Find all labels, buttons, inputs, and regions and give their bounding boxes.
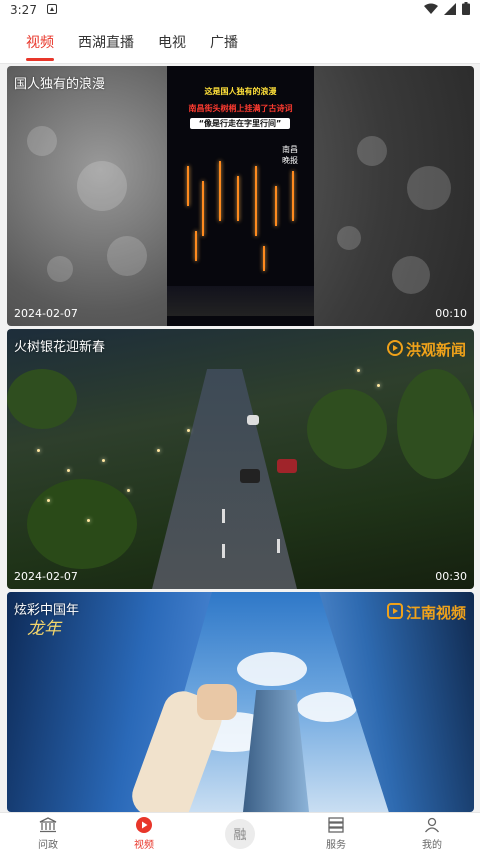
- tab-xihu-live[interactable]: 西湖直播: [66, 20, 146, 64]
- poster-headline: 这是国人独有的浪漫: [204, 87, 277, 96]
- user-icon: [423, 816, 441, 834]
- status-time: 3:27: [10, 3, 37, 17]
- tree-light: [87, 519, 90, 522]
- video-title: 国人独有的浪漫: [14, 77, 106, 92]
- nav-label: 我的: [422, 840, 442, 851]
- lantern: [219, 161, 221, 221]
- bokeh-light: [337, 226, 361, 250]
- video-date: 2024-02-07: [14, 307, 78, 320]
- tree-light: [67, 469, 70, 472]
- channel-logo: 洪观新闻: [386, 339, 466, 360]
- bokeh-light: [47, 256, 73, 282]
- battery-icon: [462, 2, 470, 18]
- video-title: 炫彩中国年: [14, 603, 80, 618]
- top-tab-bar: 视频 西湖直播 电视 广播: [0, 20, 480, 64]
- tree-light: [102, 459, 105, 462]
- lane-marking: [222, 544, 225, 558]
- bottom-nav: 问政 视频 融 服务 我的: [0, 812, 480, 854]
- play-logo-icon: [386, 339, 403, 360]
- poster-quote: “像是行走在字里行间”: [190, 118, 290, 129]
- tree-light: [377, 384, 380, 387]
- wifi-icon: [424, 3, 438, 17]
- car: [247, 415, 259, 425]
- video-card[interactable]: 龙年 江南视频 炫彩中国年: [7, 592, 474, 812]
- bokeh-light: [77, 161, 127, 211]
- lantern: [255, 166, 257, 236]
- nav-label: 视频: [134, 840, 154, 851]
- tab-tv[interactable]: 电视: [146, 20, 198, 64]
- tree: [7, 369, 77, 429]
- lantern: [275, 186, 277, 226]
- video-duration: 00:10: [435, 307, 467, 320]
- car: [277, 459, 297, 473]
- street: [167, 286, 314, 316]
- tab-radio[interactable]: 广播: [198, 20, 250, 64]
- poster-source: 南昌晚报: [282, 145, 298, 165]
- play-logo-icon: [386, 602, 403, 623]
- tree-light: [127, 489, 130, 492]
- signal-icon: [444, 2, 456, 18]
- notification-icon: [46, 3, 57, 17]
- lantern: [187, 166, 189, 206]
- lane-marking: [277, 539, 280, 553]
- bokeh-light: [27, 126, 57, 156]
- status-bar: 3:27: [0, 0, 480, 20]
- nav-video[interactable]: 视频: [96, 813, 192, 854]
- bokeh-light: [392, 256, 430, 294]
- video-date: 2024-02-07: [14, 570, 78, 583]
- lane-marking: [222, 509, 225, 523]
- nav-mine[interactable]: 我的: [384, 813, 480, 854]
- tree-light: [37, 449, 40, 452]
- channel-logo-text: 江南视频: [405, 604, 466, 622]
- play-icon: [135, 816, 153, 834]
- video-duration: 00:30: [435, 570, 467, 583]
- bokeh-light: [107, 236, 147, 276]
- nav-label: 服务: [326, 840, 346, 851]
- cloud: [297, 692, 357, 722]
- video-title: 火树银花迎新春: [14, 340, 106, 355]
- tree-light: [357, 369, 360, 372]
- car: [240, 469, 260, 483]
- channel-logo-text: 洪观新闻: [405, 341, 466, 359]
- tree: [397, 369, 474, 479]
- tree-light: [187, 429, 190, 432]
- nav-service[interactable]: 服务: [288, 813, 384, 854]
- poster-subheadline: 南昌街头树梢上挂满了古诗词: [188, 104, 293, 113]
- nav-center[interactable]: 融: [192, 813, 288, 854]
- bokeh-light: [357, 136, 387, 166]
- video-thumbnail: 这是国人独有的浪漫 南昌街头树梢上挂满了古诗词 “像是行走在字里行间” 南昌晚报: [167, 66, 314, 326]
- video-feed: 这是国人独有的浪漫 南昌街头树梢上挂满了古诗词 “像是行走在字里行间” 南昌晚报…: [0, 64, 480, 812]
- tree-light: [47, 499, 50, 502]
- raised-fist: [197, 684, 237, 720]
- center-icon: 融: [225, 818, 255, 849]
- tree: [27, 479, 137, 569]
- cloud: [237, 652, 307, 686]
- video-card[interactable]: 洪观新闻 火树银花迎新春 2024-02-07 00:30: [7, 329, 474, 589]
- lantern: [263, 246, 265, 271]
- nav-label: 问政: [38, 840, 58, 851]
- lantern: [292, 171, 294, 221]
- bokeh-light: [407, 166, 451, 210]
- lantern: [195, 231, 197, 261]
- building-icon: [39, 816, 57, 834]
- channel-logo: 江南视频: [386, 602, 466, 623]
- nav-wenzheng[interactable]: 问政: [0, 813, 96, 854]
- video-card[interactable]: 这是国人独有的浪漫 南昌街头树梢上挂满了古诗词 “像是行走在字里行间” 南昌晚报…: [7, 66, 474, 326]
- tab-video[interactable]: 视频: [14, 20, 66, 64]
- lantern: [202, 181, 204, 236]
- list-icon: [327, 816, 345, 834]
- lantern: [237, 176, 239, 221]
- tree-light: [157, 449, 160, 452]
- tree: [307, 389, 387, 469]
